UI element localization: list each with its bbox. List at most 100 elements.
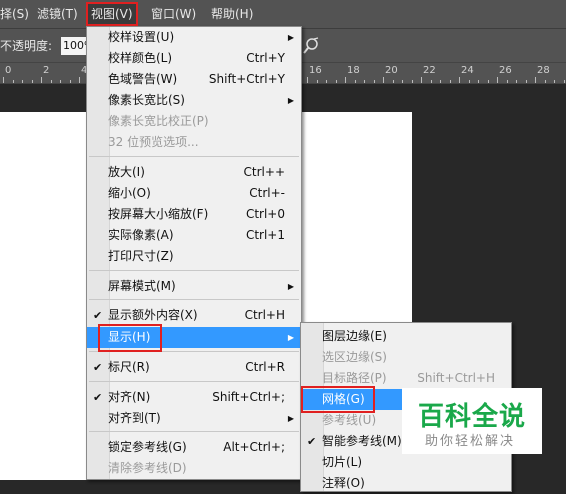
ruler-label: 22 [423, 65, 436, 76]
menu-item-shortcut: Ctrl+1 [245, 228, 285, 242]
menu-item-label: 屏幕模式(M) [108, 279, 176, 293]
show-menu-item: 选区边缘(S) [301, 347, 511, 368]
menu-item-shortcut: Ctrl++ [243, 165, 285, 179]
ruler-label: 26 [499, 65, 512, 76]
ruler-minor-tick [335, 80, 337, 83]
menu-item-label: 对齐到(T) [108, 411, 161, 425]
view-menu-item[interactable]: ✔ 显示额外内容(X) Ctrl+H [87, 305, 301, 326]
view-menu-item[interactable]: 校样设置(U) ▶ [87, 27, 301, 48]
menu-item-shortcut: Ctrl+R [245, 360, 285, 374]
menu-separator [89, 270, 299, 271]
ruler-minor-tick [22, 80, 23, 83]
ruler-minor-tick [563, 80, 565, 83]
menu-item-shortcut: Ctrl+Y [246, 51, 285, 65]
menu-item-label: 锁定参考线(G) [108, 440, 187, 454]
view-menu-item[interactable]: 对齐到(T) ▶ [87, 408, 301, 429]
view-menu-item: 32 位预览选项... [87, 132, 301, 153]
view-menu-item: 清除参考线(D) [87, 458, 301, 479]
menu-item-shortcut: Alt+Ctrl+; [223, 440, 285, 454]
view-menu-item[interactable]: 屏幕模式(M) ▶ [87, 276, 301, 297]
view-menu-item[interactable]: 打印尺寸(Z) [87, 246, 301, 267]
view-menu-item[interactable]: ✔ 对齐(N) Shift+Ctrl+; [87, 387, 301, 408]
submenu-arrow-icon: ▶ [287, 96, 294, 105]
ruler-minor-tick [316, 80, 318, 83]
ruler-minor-tick [402, 80, 403, 83]
view-menu-item[interactable]: ✔ 标尺(R) Ctrl+R [87, 357, 301, 378]
menu-item-label: 图层边缘(E) [322, 329, 387, 343]
menu-separator [89, 431, 299, 432]
ruler-minor-tick [554, 80, 555, 83]
ruler-tick [421, 77, 422, 83]
ruler-minor-tick [411, 80, 413, 83]
ruler-minor-tick [364, 80, 365, 83]
watermark-subtitle: 助你轻松解决 [425, 434, 516, 449]
view-menu-item[interactable]: 像素长宽比(S) ▶ [87, 90, 301, 111]
submenu-arrow-icon: ▶ [287, 414, 294, 423]
submenu-arrow-icon: ▶ [287, 33, 294, 42]
ruler-minor-tick [478, 80, 479, 83]
menu-item-label: 智能参考线(M) [322, 434, 402, 448]
view-menu-item[interactable]: 缩小(O) Ctrl+- [87, 183, 301, 204]
ruler-tick [459, 77, 460, 83]
menu-item-label: 校样颜色(L) [108, 51, 173, 65]
menu-item-label: 清除参考线(D) [108, 461, 187, 475]
view-menu-item[interactable]: 按屏幕大小缩放(F) Ctrl+0 [87, 204, 301, 225]
view-menu-item[interactable]: 校样颜色(L) Ctrl+Y [87, 48, 301, 69]
menu-filter[interactable]: 滤镜(T) [37, 0, 78, 28]
menu-item-label: 切片(L) [322, 455, 363, 469]
view-menu-item: 像素长宽比校正(P) [87, 111, 301, 132]
menu-item-label: 32 位预览选项... [108, 135, 199, 149]
menu-item-shortcut: Shift+Ctrl+Y [208, 72, 285, 86]
opacity-label: 不透明度: [0, 39, 53, 53]
menu-item-label: 放大(I) [108, 165, 145, 179]
ruler-label: 18 [347, 65, 360, 76]
menu-window[interactable]: 窗口(W) [151, 0, 196, 28]
ruler-label: 28 [537, 65, 550, 76]
checkmark-icon: ✔ [93, 391, 103, 404]
ruler-minor-tick [449, 80, 451, 83]
menu-separator [89, 299, 299, 300]
menu-item-label: 像素长宽比校正(P) [108, 114, 209, 128]
ruler-minor-tick [69, 80, 71, 83]
ruler-minor-tick [12, 80, 14, 83]
ruler-label: 20 [385, 65, 398, 76]
menu-item-label: 参考线(U) [322, 413, 377, 427]
menu-item-label: 按屏幕大小缩放(F) [108, 207, 209, 221]
checkmark-icon: ✔ [307, 435, 317, 448]
ruler-minor-tick [487, 80, 489, 83]
ruler-tick [41, 77, 42, 83]
view-menu-item[interactable]: 实际像素(A) Ctrl+1 [87, 225, 301, 246]
menu-item-label: 缩小(O) [108, 186, 151, 200]
checkmark-icon: ✔ [93, 309, 103, 322]
menu-item-label: 显示额外内容(X) [108, 308, 198, 322]
ruler-label: 0 [5, 65, 12, 76]
show-menu-item[interactable]: 图层边缘(E) [301, 326, 511, 347]
show-menu-item[interactable]: 注释(O) [301, 473, 511, 494]
show-menu-item[interactable]: 切片(L) [301, 452, 511, 473]
ruler-tick [535, 77, 536, 83]
view-menu-item[interactable]: 色域警告(W) Shift+Ctrl+Y [87, 69, 301, 90]
menu-item-shortcut: Ctrl+H [244, 308, 285, 322]
view-menu-item[interactable]: 锁定参考线(G) Alt+Ctrl+; [87, 437, 301, 458]
submenu-arrow-icon: ▶ [287, 333, 294, 342]
menu-item-shortcut: Ctrl+- [249, 186, 285, 200]
ruler-minor-tick [373, 80, 375, 83]
menu-select[interactable]: 择(S) [0, 0, 29, 28]
menu-item-label: 注释(O) [322, 476, 365, 490]
ruler-minor-tick [392, 80, 394, 83]
airbrush-icon[interactable] [302, 37, 320, 55]
menu-item-label: 实际像素(A) [108, 228, 174, 242]
menu-help[interactable]: 帮助(H) [211, 0, 253, 28]
ruler-minor-tick [544, 80, 546, 83]
menu-item-label: 像素长宽比(S) [108, 93, 185, 107]
watermark-title: 百科全说 [418, 402, 527, 432]
ruler-minor-tick [430, 80, 432, 83]
menu-view[interactable]: 视图(V) [86, 2, 138, 26]
view-menu-item[interactable]: 放大(I) Ctrl++ [87, 162, 301, 183]
annotation-box-grid [301, 386, 375, 413]
ruler-minor-tick [516, 80, 517, 83]
ruler-minor-tick [506, 80, 508, 83]
menu-item-label: 选区边缘(S) [322, 350, 387, 364]
menu-item-shortcut: Shift+Ctrl+; [212, 390, 285, 404]
menu-item-label: 打印尺寸(Z) [108, 249, 174, 263]
